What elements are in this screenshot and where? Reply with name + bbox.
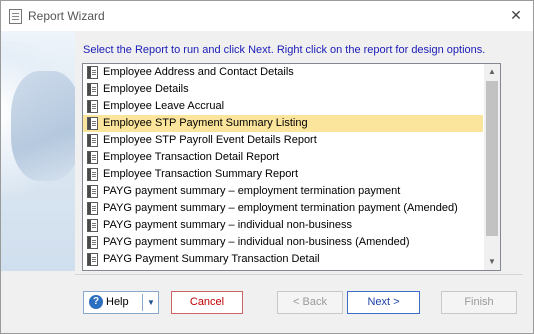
report-list-item[interactable]: PAYG payment summary – employment termin… bbox=[83, 200, 483, 217]
report-item-label: PAYG payment summary – individual non-bu… bbox=[103, 236, 410, 248]
report-document-icon bbox=[87, 100, 98, 113]
report-list-item[interactable]: Employee STP Payment Summary Listing bbox=[83, 115, 483, 132]
title-bar[interactable]: Report Wizard ✕ bbox=[1, 1, 533, 31]
scroll-up-icon[interactable]: ▲ bbox=[484, 64, 500, 80]
wizard-decorative-banner bbox=[1, 31, 75, 271]
report-list: Employee Address and Contact Details Empl… bbox=[83, 64, 483, 268]
button-area-divider bbox=[75, 274, 523, 275]
wizard-body: Select the Report to run and click Next.… bbox=[1, 31, 533, 333]
report-list-item[interactable]: Employee Address and Contact Details bbox=[83, 64, 483, 81]
report-item-label: Employee Transaction Detail Report bbox=[103, 151, 280, 163]
help-split-divider bbox=[142, 294, 143, 311]
report-item-label: PAYG payment summary – employment termin… bbox=[103, 185, 401, 197]
report-item-label: PAYG Payment Summary Transaction Detail bbox=[103, 253, 320, 265]
next-button[interactable]: Next > bbox=[347, 291, 420, 314]
report-list-item[interactable]: PAYG payment summary – employment termin… bbox=[83, 183, 483, 200]
report-item-label: PAYG payment summary – individual non-bu… bbox=[103, 219, 353, 231]
report-item-label: Employee Leave Accrual bbox=[103, 100, 225, 112]
report-document-icon bbox=[87, 253, 98, 266]
help-label: Help bbox=[106, 296, 129, 308]
report-document-icon bbox=[87, 202, 98, 215]
help-button[interactable]: ? Help bbox=[84, 292, 142, 313]
report-item-label: Employee STP Payment Summary Listing bbox=[103, 117, 308, 129]
report-document-icon bbox=[87, 219, 98, 232]
report-list-item[interactable]: PAYG payment summary – individual non-bu… bbox=[83, 234, 483, 251]
report-document-icon bbox=[87, 134, 98, 147]
report-item-label: Employee STP Payroll Event Details Repor… bbox=[103, 134, 317, 146]
scroll-thumb[interactable] bbox=[486, 81, 498, 236]
report-listbox[interactable]: Employee Address and Contact Details Empl… bbox=[82, 63, 501, 271]
report-document-icon bbox=[87, 168, 98, 181]
report-list-item[interactable]: Employee STP Payroll Event Details Repor… bbox=[83, 132, 483, 149]
window-title: Report Wizard bbox=[28, 9, 105, 23]
cancel-button[interactable]: Cancel bbox=[171, 291, 243, 314]
list-scrollbar[interactable]: ▲ ▼ bbox=[484, 64, 500, 270]
close-button[interactable]: ✕ bbox=[505, 5, 527, 25]
report-document-icon bbox=[87, 117, 98, 130]
report-item-label: Employee Address and Contact Details bbox=[103, 66, 294, 78]
report-list-item[interactable]: PAYG payment summary – individual non-bu… bbox=[83, 217, 483, 234]
report-list-item[interactable]: Employee Leave Accrual bbox=[83, 98, 483, 115]
report-item-label: PAYG payment summary – employment termin… bbox=[103, 202, 458, 214]
back-button[interactable]: < Back bbox=[277, 291, 343, 314]
report-list-item[interactable]: Employee Transaction Detail Report bbox=[83, 149, 483, 166]
report-list-item[interactable]: PAYG Payment Summary Transaction Detail bbox=[83, 251, 483, 268]
report-wizard-app-icon bbox=[9, 9, 22, 24]
help-split-button[interactable]: ? Help ▼ bbox=[83, 291, 159, 314]
report-document-icon bbox=[87, 151, 98, 164]
report-document-icon bbox=[87, 185, 98, 198]
help-question-icon: ? bbox=[89, 295, 103, 309]
report-document-icon bbox=[87, 83, 98, 96]
report-item-label: Employee Details bbox=[103, 83, 189, 95]
instruction-text: Select the Report to run and click Next.… bbox=[83, 44, 486, 56]
scroll-down-icon[interactable]: ▼ bbox=[484, 254, 500, 270]
report-document-icon bbox=[87, 66, 98, 79]
report-list-item[interactable]: Employee Details bbox=[83, 81, 483, 98]
help-dropdown-arrow-icon[interactable]: ▼ bbox=[144, 292, 158, 313]
report-item-label: Employee Transaction Summary Report bbox=[103, 168, 299, 180]
finish-button[interactable]: Finish bbox=[441, 291, 517, 314]
report-list-item[interactable]: Employee Transaction Summary Report bbox=[83, 166, 483, 183]
report-document-icon bbox=[87, 236, 98, 249]
report-wizard-window: Report Wizard ✕ Select the Report to run… bbox=[0, 0, 534, 334]
